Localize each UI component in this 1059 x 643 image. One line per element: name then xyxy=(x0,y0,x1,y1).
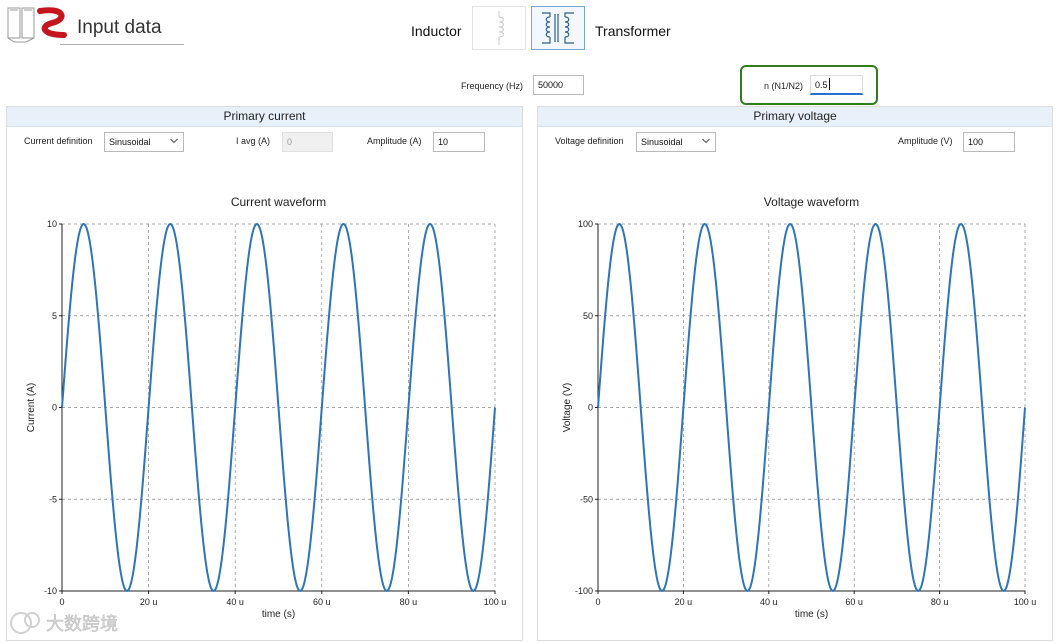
transformer-mode-button[interactable] xyxy=(531,6,585,50)
x-axis-label: time (s) xyxy=(795,609,828,620)
chart-title: Voltage waveform xyxy=(764,195,859,209)
y-tick-label: -10 xyxy=(44,586,57,596)
turns-ratio-label: n (N1/N2) xyxy=(764,81,804,91)
chart-title: Current waveform xyxy=(231,195,326,209)
y-axis-label: Voltage (V) xyxy=(562,383,573,432)
transformer-label: Transformer xyxy=(595,23,671,39)
y-axis-label: Current (A) xyxy=(26,383,37,432)
x-tick-label: 40 u xyxy=(760,597,778,607)
transformer-icon xyxy=(542,12,574,44)
y-tick-label: -5 xyxy=(49,494,57,504)
x-axis-label: time (s) xyxy=(262,609,295,620)
x-tick-label: 20 u xyxy=(675,597,693,607)
app-logo-icon xyxy=(7,7,67,43)
x-tick-label: 100 u xyxy=(1014,597,1037,607)
y-tick-label: 50 xyxy=(583,311,593,321)
x-tick-label: 60 u xyxy=(845,597,863,607)
turns-ratio-input[interactable]: 0.5 xyxy=(810,75,863,95)
current-waveform-chart: Current waveform 0 20 u 40 u 60 u 80 u 100 u 10… xyxy=(26,195,507,620)
x-tick-label: 0 xyxy=(595,597,600,607)
x-tick-label: 20 u xyxy=(140,597,158,607)
watermark: 大数跨境 xyxy=(8,608,148,638)
y-tick-label: -50 xyxy=(580,494,593,504)
inductor-coil-icon xyxy=(498,11,504,45)
title-underline xyxy=(60,44,184,45)
primary-current-panel: Primary current Current definition Sinus… xyxy=(6,106,523,641)
text-cursor xyxy=(829,78,830,90)
frequency-input[interactable]: 50000 xyxy=(533,75,584,95)
y-tick-label: -100 xyxy=(575,586,593,596)
x-tick-label: 80 u xyxy=(931,597,949,607)
inductor-mode-button[interactable] xyxy=(472,6,526,50)
frequency-label: Frequency (Hz) xyxy=(461,81,524,91)
primary-voltage-panel: Primary voltage Voltage definition Sinus… xyxy=(537,106,1053,641)
y-tick-label: 5 xyxy=(52,311,57,321)
voltage-waveform-chart: Voltage waveform 0 20 u 40 u 60 u 80 u 100 u 10… xyxy=(562,195,1037,620)
x-tick-label: 60 u xyxy=(313,597,331,607)
watermark-logo: 大数跨境 xyxy=(10,612,118,635)
inductor-label: Inductor xyxy=(411,23,462,39)
watermark-text: 大数跨境 xyxy=(46,614,118,635)
x-tick-label: 40 u xyxy=(226,597,244,607)
x-tick-label: 80 u xyxy=(400,597,418,607)
x-tick-label: 100 u xyxy=(484,597,507,607)
y-tick-label: 10 xyxy=(47,219,57,229)
x-tick-label: 0 xyxy=(59,597,64,607)
y-tick-label: 100 xyxy=(578,219,593,229)
page-title: Input data xyxy=(77,17,162,38)
y-tick-label: 0 xyxy=(588,403,593,413)
y-tick-label: 0 xyxy=(52,403,57,413)
